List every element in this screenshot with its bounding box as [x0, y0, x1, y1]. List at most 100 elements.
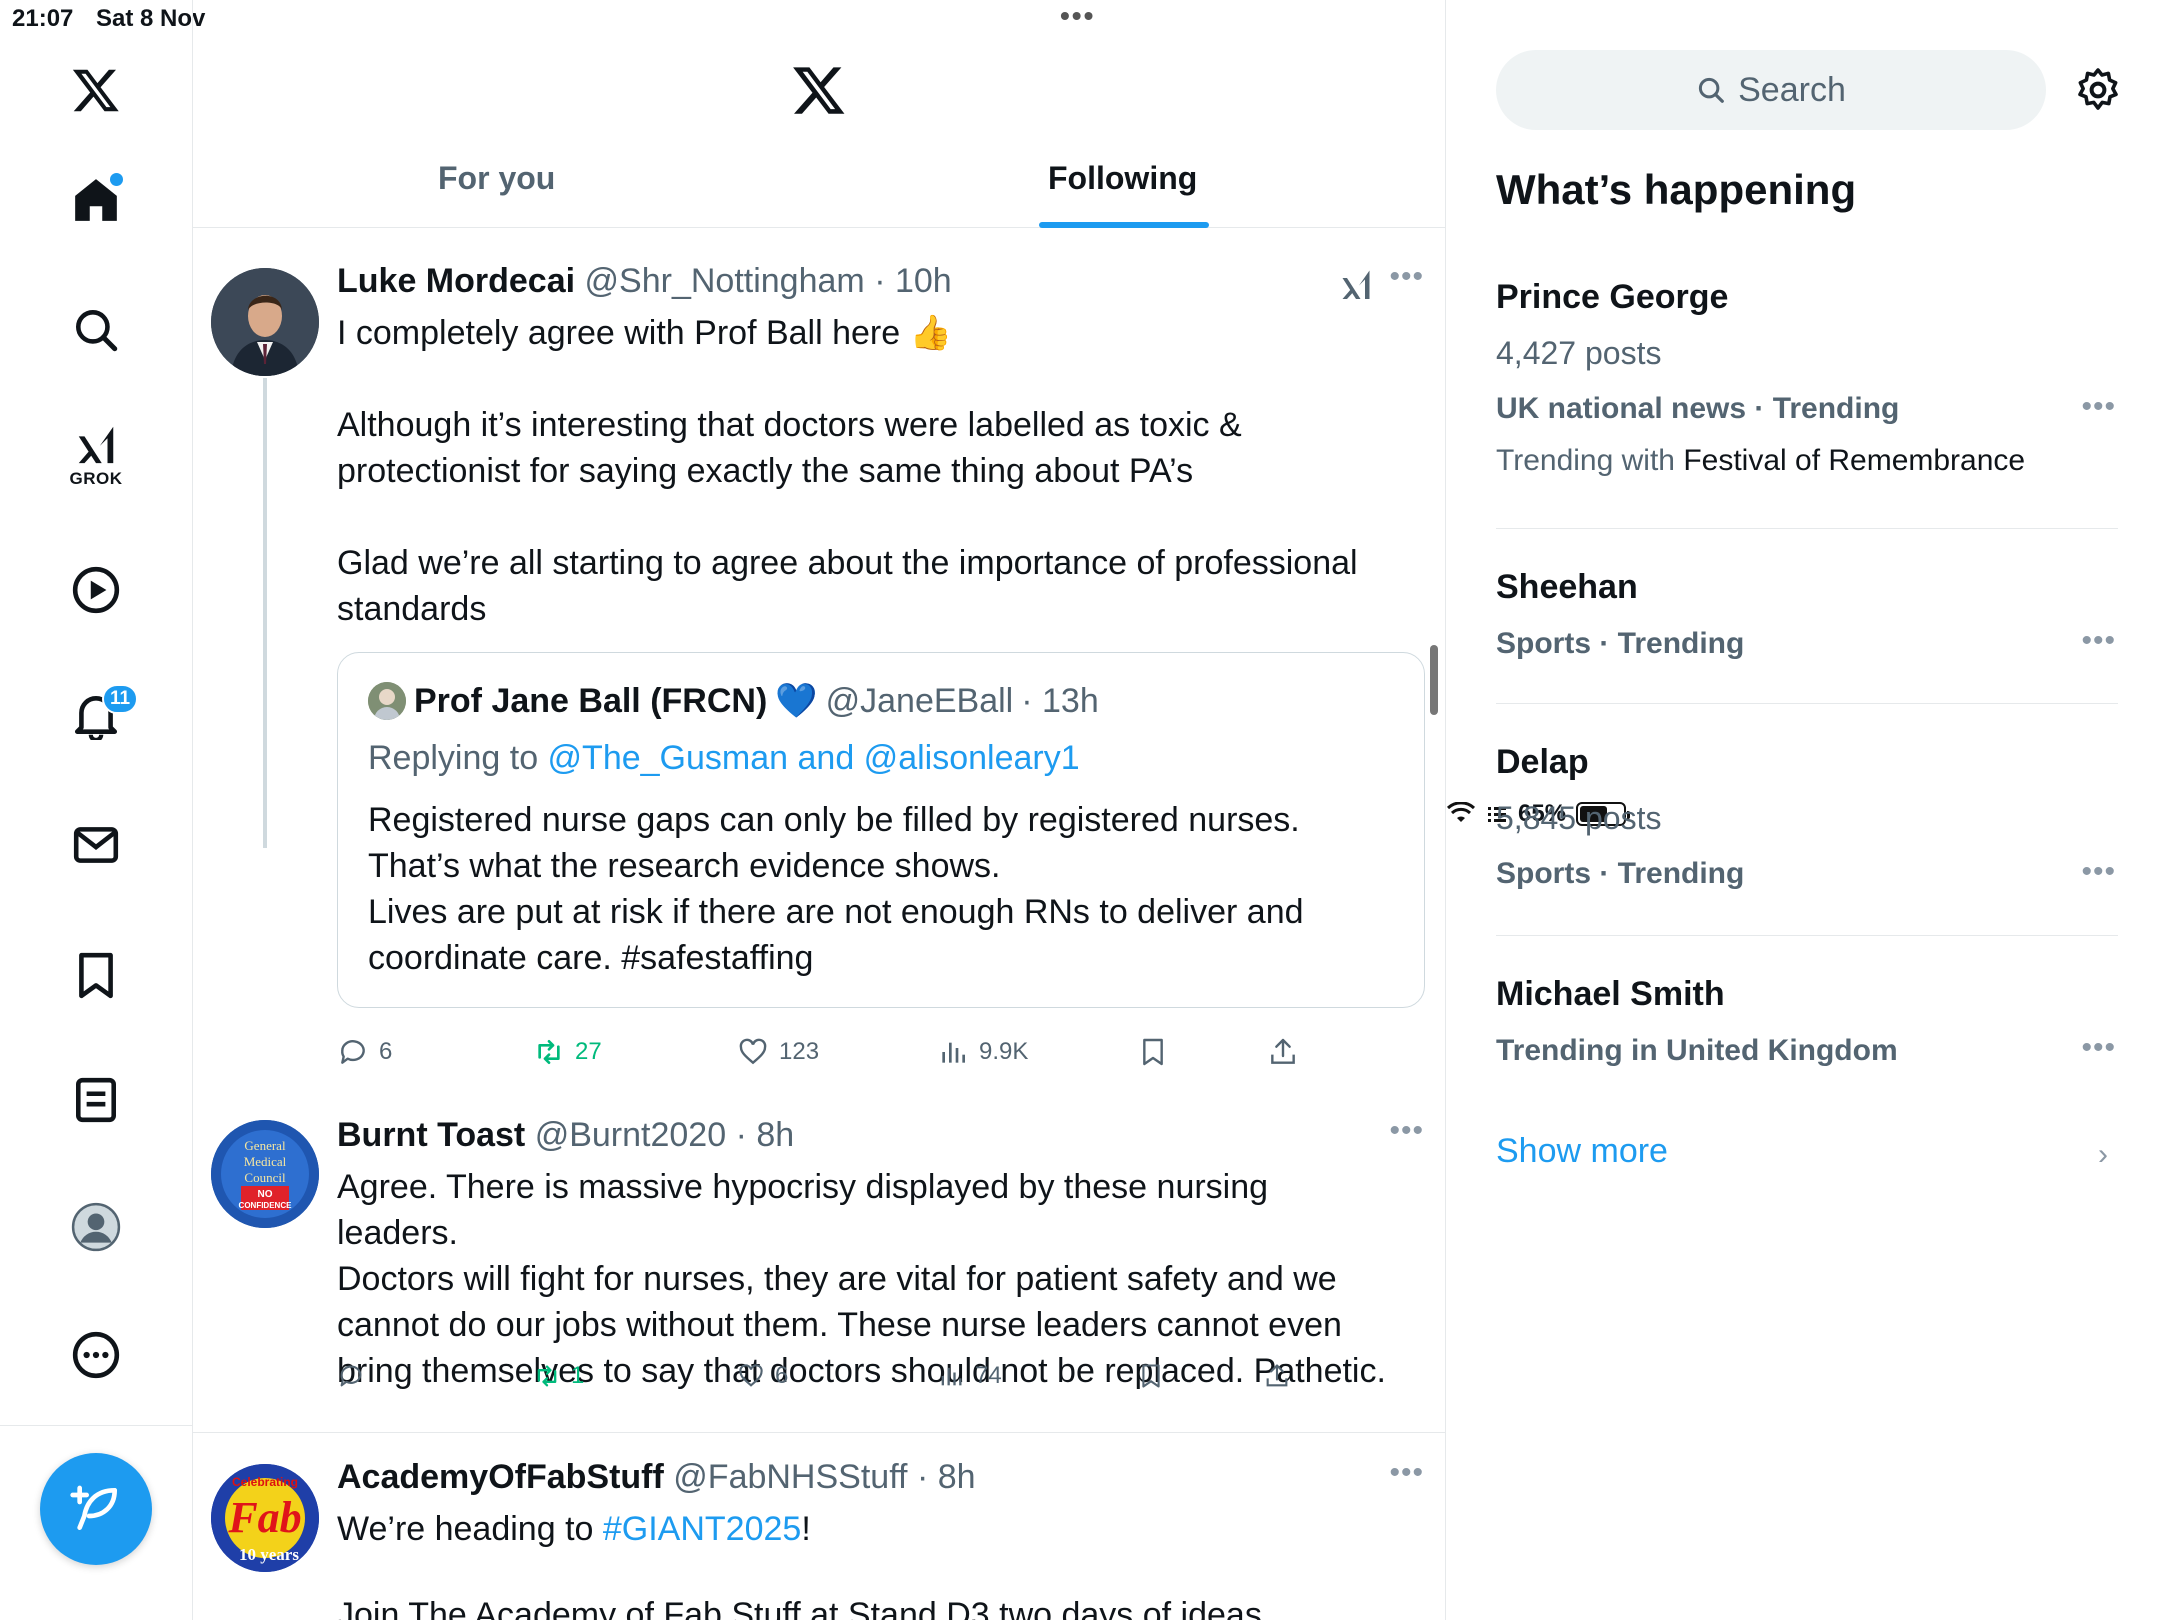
trend-divider [1496, 703, 2118, 704]
nav-explore[interactable] [46, 285, 146, 375]
like-button[interactable]: 123 [737, 1036, 819, 1068]
show-more-link[interactable]: Show more [1496, 1132, 1668, 1171]
trend-posts: 5,845 posts [1496, 800, 1662, 836]
compose-feather-icon [70, 1485, 117, 1530]
author-handle[interactable]: @Burnt2020 [535, 1116, 726, 1154]
tab-following[interactable]: Following [1048, 160, 1197, 197]
nav-lists[interactable] [46, 1055, 146, 1145]
trend-posts: 4,427 posts [1496, 335, 1662, 371]
tweet-actions: 6 27 123 9.9K [337, 1036, 1337, 1076]
quoted-author-name[interactable]: Prof Jane Ball (FRCN) [414, 682, 767, 721]
more-options-icon[interactable]: ••• [1389, 1456, 1424, 1490]
author-name[interactable]: Luke Mordecai [337, 262, 575, 300]
bookmark-button[interactable] [1137, 1362, 1165, 1390]
notifications-badge: 11 [102, 684, 138, 714]
nav-more[interactable] [46, 1310, 146, 1400]
tweet-text: We’re heading to #GIANT2025! [337, 1506, 1397, 1552]
more-options-icon[interactable]: ••• [1389, 260, 1424, 294]
views-button[interactable]: 74 [937, 1362, 1002, 1390]
search-input[interactable]: Search [1496, 50, 2046, 130]
grok-icon[interactable] [1338, 266, 1374, 302]
trend-with: Trending with Festival of Remembrance [1496, 444, 2118, 478]
views-count: 74 [975, 1362, 1002, 1389]
svg-text:General: General [244, 1138, 286, 1153]
trend-item[interactable]: Delap 5,845 posts Sports · Trending ••• [1496, 743, 2118, 891]
quoted-avatar[interactable] [368, 682, 406, 720]
author-name[interactable]: AcademyOfFabStuff [337, 1458, 664, 1496]
gear-icon[interactable] [2074, 66, 2122, 114]
retweet-button[interactable]: 27 [533, 1036, 602, 1068]
reply-icon [341, 1040, 365, 1064]
tweet-time[interactable]: · 10h [874, 262, 952, 300]
trend-item[interactable]: Prince George 4,427 posts UK national ne… [1496, 278, 2118, 478]
nav-profile[interactable] [46, 1182, 146, 1272]
compose-button[interactable] [40, 1453, 152, 1565]
svg-text:CONFIDENCE: CONFIDENCE [239, 1201, 293, 1210]
nav-video[interactable] [46, 545, 146, 635]
scrollbar[interactable] [1430, 645, 1438, 715]
home-unread-dot [110, 173, 123, 186]
search-icon [1699, 77, 1724, 103]
svg-text:Medical: Medical [244, 1154, 287, 1169]
grok-label: GROK [69, 469, 123, 488]
trend-item[interactable]: Sheehan Sports · Trending ••• [1496, 568, 2118, 661]
more-options-icon[interactable]: ••• [2081, 624, 2116, 658]
search-placeholder: Search [1738, 70, 1846, 109]
avatar[interactable] [211, 268, 319, 376]
quoted-author-handle[interactable]: @JaneEBall [826, 682, 1014, 721]
quoted-tweet[interactable]: Prof Jane Ball (FRCN) 💙 @JaneEBall · 13h … [337, 652, 1425, 1008]
more-options-icon[interactable]: ••• [2081, 855, 2116, 889]
like-count: 123 [779, 1038, 820, 1065]
thread-line [263, 378, 267, 848]
avatar[interactable]: Celebrating Fab 10 years [211, 1464, 319, 1572]
nav-home[interactable] [46, 155, 146, 245]
replying-to-links[interactable]: @The_Gusman and @alisonleary1 [548, 739, 1080, 777]
nav-bookmarks[interactable] [46, 930, 146, 1020]
views-button[interactable]: 9.9K [937, 1036, 1028, 1068]
retweet-button[interactable]: 1 [533, 1362, 584, 1390]
hashtag-link[interactable]: #GIANT2025 [603, 1510, 801, 1548]
nav-divider [0, 1425, 193, 1426]
trend-divider [1496, 935, 2118, 936]
nav-messages[interactable] [46, 800, 146, 890]
reply-button[interactable]: 6 [337, 1036, 392, 1068]
envelope-icon [73, 827, 119, 863]
bookmark-icon [79, 952, 113, 999]
replying-to: Replying to @The_Gusman and @alisonleary… [368, 739, 1080, 778]
search-icon [76, 310, 118, 352]
tweet-text-continued: Join The Academy of Fab Stuff at Stand D… [337, 1596, 1262, 1620]
nav-notifications[interactable]: 11 [46, 670, 146, 760]
reply-button[interactable] [337, 1362, 365, 1390]
tweet-time[interactable]: · 8h [917, 1458, 976, 1496]
share-icon [1271, 1038, 1295, 1064]
heart-icon [739, 1038, 767, 1065]
author-handle[interactable]: @Shr_Nottingham [585, 262, 865, 300]
bookmark-icon [1143, 1038, 1163, 1066]
timeline-header: For you Following [193, 0, 1445, 228]
trend-name: Delap [1496, 743, 1589, 781]
like-button[interactable]: 6 [737, 1362, 788, 1390]
tweet-text-part: ! [801, 1510, 811, 1548]
timeline: For you Following Luke Mordecai @Shr_Not… [193, 0, 1446, 1620]
nav-grok[interactable]: GROK [46, 410, 146, 500]
share-button[interactable] [1267, 1036, 1299, 1068]
tab-for-you[interactable]: For you [438, 160, 555, 197]
trend-category: Sports · Trending [1496, 857, 1745, 890]
tweet-text: I completely agree with Prof Ball here 👍… [337, 314, 1358, 628]
more-options-icon[interactable]: ••• [2081, 1031, 2116, 1065]
trend-item[interactable]: Michael Smith Trending in United Kingdom… [1496, 975, 2118, 1068]
author-handle[interactable]: @FabNHSStuff [673, 1458, 907, 1496]
more-options-icon[interactable]: ••• [2081, 390, 2116, 424]
author-name[interactable]: Burnt Toast [337, 1116, 525, 1154]
more-options-icon[interactable]: ••• [1389, 1114, 1424, 1148]
tweet-time[interactable]: · 8h [736, 1116, 795, 1154]
avatar[interactable]: General Medical Council NO CONFIDENCE [211, 1120, 319, 1228]
share-button[interactable] [1263, 1362, 1291, 1390]
quoted-tweet-text: Registered nurse gaps can only be filled… [368, 801, 1304, 977]
person-avatar-image [368, 682, 406, 720]
tweet-actions: 1 6 74 [337, 1362, 1337, 1402]
svg-text:10 years: 10 years [239, 1545, 299, 1564]
trend-with-link[interactable]: Festival of Remembrance [1683, 444, 2025, 477]
bookmark-button[interactable] [1137, 1036, 1169, 1068]
x-logo-button[interactable] [46, 45, 146, 135]
